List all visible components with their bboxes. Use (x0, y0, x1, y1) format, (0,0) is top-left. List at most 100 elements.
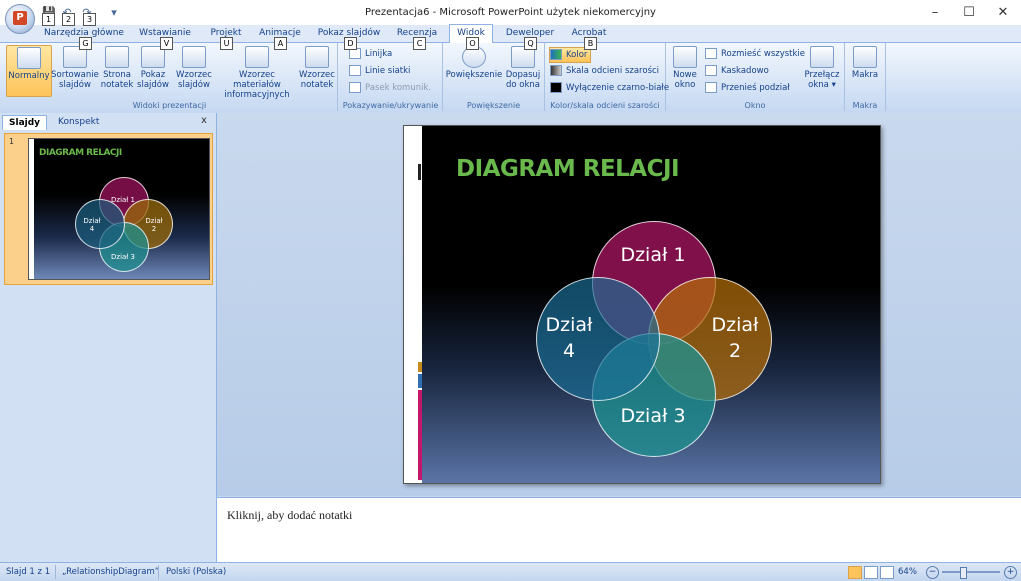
pokaz-slajdow-button[interactable]: Pokaz slajdów (136, 45, 170, 95)
checkbox-icon (349, 65, 361, 76)
notes-pane[interactable]: Kliknij, aby dodać notatki (217, 497, 1021, 563)
pasek-komunik-label: Pasek komunik. (365, 83, 432, 93)
powiekszenie-button[interactable]: Powiększenie (445, 45, 503, 95)
makra-button[interactable]: Makra (847, 45, 883, 95)
pasek-komunik-checkbox[interactable]: Pasek komunik. (349, 81, 431, 95)
group-label-widoki: Widoki prezentacji (132, 101, 207, 110)
powiekszenie-label: Powiększenie (445, 70, 503, 80)
group-label-powiekszenie: Powiększenie (466, 101, 521, 110)
przenies-label: Przenieś podział (721, 83, 790, 93)
color-icon (550, 49, 562, 60)
ribbon-tabs: Narzędzia główne Wstawianie Projekt Anim… (0, 24, 1021, 44)
wzorzec-materialow-label-2: informacyjnych (224, 90, 290, 100)
keytip-q: Q (524, 37, 537, 50)
dopasuj-label-2: do okna (505, 80, 541, 90)
skala-label: Skala odcieni szarości (566, 66, 660, 76)
thumb-l1-2: Dział (145, 217, 163, 225)
notes-placeholder[interactable]: Kliknij, aby dodać notatki (227, 508, 352, 523)
minimize-button[interactable]: – (918, 0, 952, 25)
skala-odcieni-button[interactable]: Skala odcieni szarości (550, 64, 659, 78)
sorter-view-status-icon[interactable] (864, 566, 878, 579)
group-kolor-skala: Kolor Skala odcieni szarości Wyłączenie … (545, 43, 669, 111)
slide-editing-area[interactable]: DIAGRAM RELACJI Dział 1 Dział 2 Dział 3 D… (217, 113, 1021, 496)
thumb-label-3: Dział 3 (99, 253, 147, 261)
linie-siatki-checkbox[interactable]: Linie siatki (349, 64, 410, 78)
label-dzial-1-num: 1 (673, 244, 686, 266)
zoom-slider-thumb[interactable] (960, 567, 967, 579)
keytip-b: B (584, 37, 597, 50)
label-dzial-2-word: Dział (711, 314, 759, 336)
status-language[interactable]: Polski (Polska) (166, 563, 226, 581)
keytip-c: C (413, 37, 426, 50)
group-makra: Makra Makra (845, 43, 886, 111)
slideshow-status-icon[interactable] (880, 566, 894, 579)
status-separator (158, 565, 159, 579)
group-label-okno: Okno (744, 101, 766, 110)
deco-bar-1 (418, 362, 422, 372)
tab-konspekt[interactable]: Konspekt (52, 115, 105, 129)
przenies-podzial-button[interactable]: Przenieś podział (705, 81, 790, 95)
czarno-biale-button[interactable]: Wyłączenie czarno-białe (550, 81, 669, 95)
zoom-out-icon[interactable]: − (926, 566, 939, 579)
label-dzial-2-num: 2 (728, 340, 742, 362)
wzorzec-notatek-button[interactable]: Wzorzec notatek (298, 45, 336, 95)
sortowanie-slajdow-button[interactable]: Sortowanie slajdów (51, 45, 99, 95)
wzorzec-slajdow-button[interactable]: Wzorzec slajdów (174, 45, 214, 95)
wzorzec-notatek-label-2: notatek (300, 80, 334, 90)
maximize-button[interactable]: ☐ (952, 0, 986, 25)
title-bar: Prezentacja6 - Microsoft PowerPoint użyt… (0, 0, 1021, 25)
dopasuj-label-1: Dopasuj (505, 70, 541, 80)
label-dzial-1: Dział 1 (592, 244, 714, 266)
strona-notatek-button[interactable]: Strona notatek (99, 45, 135, 95)
normalny-button[interactable]: Normalny (6, 45, 52, 97)
przelacz-okna-button[interactable]: Przełącz okna ▾ (802, 45, 842, 95)
status-theme[interactable]: „RelationshipDiagram” (62, 563, 159, 581)
zoom-in-icon[interactable]: + (1004, 566, 1017, 579)
thumb-l2-3: 3 (130, 253, 135, 261)
notes-master-icon (305, 46, 329, 68)
new-window-icon (673, 46, 697, 68)
keytip-qat-2: 2 (62, 13, 75, 26)
keytip-d: D (344, 37, 357, 50)
przelacz-label-2: okna ▾ (808, 80, 836, 90)
grayscale-icon (550, 65, 562, 76)
sortowanie-label-1: Sortowanie (51, 70, 99, 80)
zoom-slider-track[interactable] (942, 571, 1000, 573)
wzorzec-materialow-button[interactable]: Wzorzec materiałów informacyjnych (215, 45, 299, 100)
close-button[interactable]: ✕ (986, 0, 1020, 25)
status-bar: Slajd 1 z 1 „RelationshipDiagram” Polski… (0, 562, 1021, 581)
normal-view-status-icon[interactable] (848, 566, 862, 579)
thumb-l1-4: Dział (83, 217, 101, 225)
dopasuj-do-okna-button[interactable]: Dopasuj do okna (503, 45, 543, 95)
slide-canvas[interactable]: DIAGRAM RELACJI Dział 1 Dział 2 Dział 3 D… (403, 125, 881, 484)
keytip-a: A (274, 37, 287, 50)
thumb-label-1: Dział 1 (99, 196, 147, 204)
rozmiesc-label: Rozmieść wszystkie (721, 49, 806, 59)
thumb-l1-3: Dział (111, 253, 129, 261)
label-dzial-3-num: 3 (673, 405, 686, 427)
sortowanie-label-2: slajdów (59, 80, 91, 90)
slide-title[interactable]: DIAGRAM RELACJI (456, 156, 680, 182)
group-label-pokazywanie: Pokazywanie/ukrywanie (342, 101, 439, 110)
slide-thumbnail-item[interactable]: 1 DIAGRAM RELACJI Dział 1 Dział 2 Dział 3… (4, 133, 213, 285)
slide-number: 1 (9, 137, 15, 146)
office-button[interactable]: P (5, 4, 35, 34)
handout-master-icon (245, 46, 269, 68)
rozmiesc-wszystkie-button[interactable]: Rozmieść wszystkie (705, 47, 805, 61)
strona-label-1: Strona (103, 70, 131, 80)
nowe-label-2: okno (674, 80, 696, 90)
thumb-title: DIAGRAM RELACJI (39, 148, 122, 158)
nowe-okno-button[interactable]: Nowe okno (668, 45, 702, 95)
slides-pane: Slajdy Konspekt x 1 DIAGRAM RELACJI Dzia… (0, 113, 217, 562)
keytip-qat-3: 3 (83, 13, 96, 26)
label-dzial-2: Dział 2 (700, 312, 770, 364)
zoom-level[interactable]: 64% (898, 563, 917, 581)
linijka-label: Linijka (365, 49, 393, 59)
keytip-qat-1: 1 (42, 13, 55, 26)
pokaz-label-2: slajdów (137, 80, 169, 90)
tab-slajdy[interactable]: Slajdy (2, 115, 48, 130)
nowe-label-1: Nowe (673, 70, 697, 80)
close-pane-icon[interactable]: x (201, 115, 207, 126)
kaskadowo-button[interactable]: Kaskadowo (705, 64, 769, 78)
customize-qat-icon[interactable]: ▾ (107, 5, 121, 21)
